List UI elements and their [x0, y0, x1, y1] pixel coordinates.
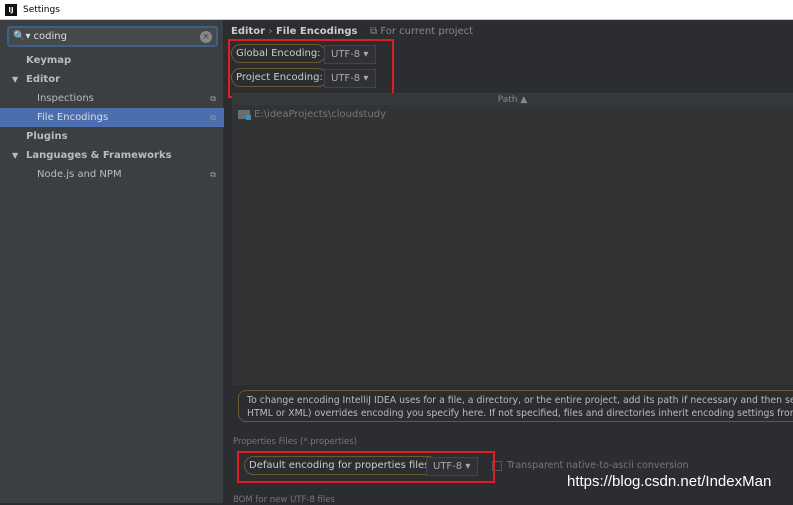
sidebar-item-label: Languages & Frameworks: [26, 150, 172, 161]
sidebar: 🔍▾ coding × Keymap ▼ Editor Inspections ⧉ …: [0, 20, 224, 503]
title-bar: IJ Settings: [0, 0, 793, 20]
path-column-header[interactable]: Path ▲: [232, 93, 793, 105]
search-value: coding: [33, 31, 67, 42]
sidebar-item-label: Inspections: [37, 93, 94, 104]
sidebar-item-inspections[interactable]: Inspections ⧉: [0, 89, 224, 108]
copy-icon: ⧉: [370, 26, 381, 37]
search-icon: 🔍▾: [13, 31, 31, 42]
window-title: Settings: [23, 4, 60, 15]
highlight-box: [228, 39, 394, 98]
copy-icon: ⧉: [210, 93, 216, 103]
sidebar-item-nodejs[interactable]: Node.js and NPM ⧉: [0, 165, 224, 184]
highlight-box: [237, 451, 495, 483]
main-panel: Editor › File Encodings ⧉ For current pr…: [225, 20, 793, 505]
sidebar-item-languages[interactable]: ▼ Languages & Frameworks: [0, 146, 224, 165]
column-header-label: Path ▲: [497, 95, 528, 105]
transparent-conversion-label: Transparent native-to-ascii conversion: [507, 460, 689, 471]
breadcrumb-separator: ›: [268, 26, 273, 37]
sidebar-item-label: Node.js and NPM: [37, 169, 122, 180]
clear-icon[interactable]: ×: [200, 31, 212, 43]
info-box: To change encoding IntelliJ IDEA uses fo…: [238, 390, 793, 422]
copy-icon: ⧉: [210, 169, 216, 179]
sidebar-item-plugins[interactable]: Plugins: [0, 127, 224, 146]
sidebar-item-label: Keymap: [26, 55, 72, 66]
breadcrumb: Editor › File Encodings: [231, 26, 357, 37]
sidebar-item-label: Editor: [26, 74, 60, 85]
folder-icon: [238, 110, 251, 120]
watermark: https://blog.csdn.net/IndexMan: [567, 473, 772, 490]
for-current-project: ⧉ For current project: [370, 26, 473, 37]
breadcrumb-parent: Editor: [231, 26, 265, 37]
path-table: E:\ideaProjects\cloudstudy: [232, 105, 793, 385]
bom-section-title: BOM for new UTF-8 files: [233, 495, 335, 505]
info-line: To change encoding IntelliJ IDEA uses fo…: [247, 395, 793, 406]
sidebar-item-editor[interactable]: ▼ Editor: [0, 70, 224, 89]
sidebar-item-file-encodings[interactable]: File Encodings ⧉: [0, 108, 224, 127]
expand-arrow-icon[interactable]: ▼: [12, 75, 18, 84]
table-row[interactable]: E:\ideaProjects\cloudstudy: [238, 109, 386, 120]
path-cell: E:\ideaProjects\cloudstudy: [254, 109, 387, 120]
sidebar-item-label: Plugins: [26, 131, 68, 142]
breadcrumb-current: File Encodings: [275, 26, 358, 37]
sidebar-item-label: File Encodings: [37, 112, 109, 123]
info-line: HTML or XML) overrides encoding you spec…: [247, 408, 793, 419]
for-current-project-label: For current project: [380, 26, 474, 37]
transparent-conversion-checkbox[interactable]: [492, 461, 502, 471]
search-input[interactable]: 🔍▾ coding ×: [7, 26, 218, 47]
copy-icon: ⧉: [210, 112, 216, 122]
intellij-logo-icon: IJ: [5, 3, 17, 16]
sidebar-item-keymap[interactable]: Keymap: [0, 51, 224, 70]
expand-arrow-icon[interactable]: ▼: [12, 151, 18, 160]
properties-section-title: Properties Files (*.properties): [233, 437, 357, 447]
